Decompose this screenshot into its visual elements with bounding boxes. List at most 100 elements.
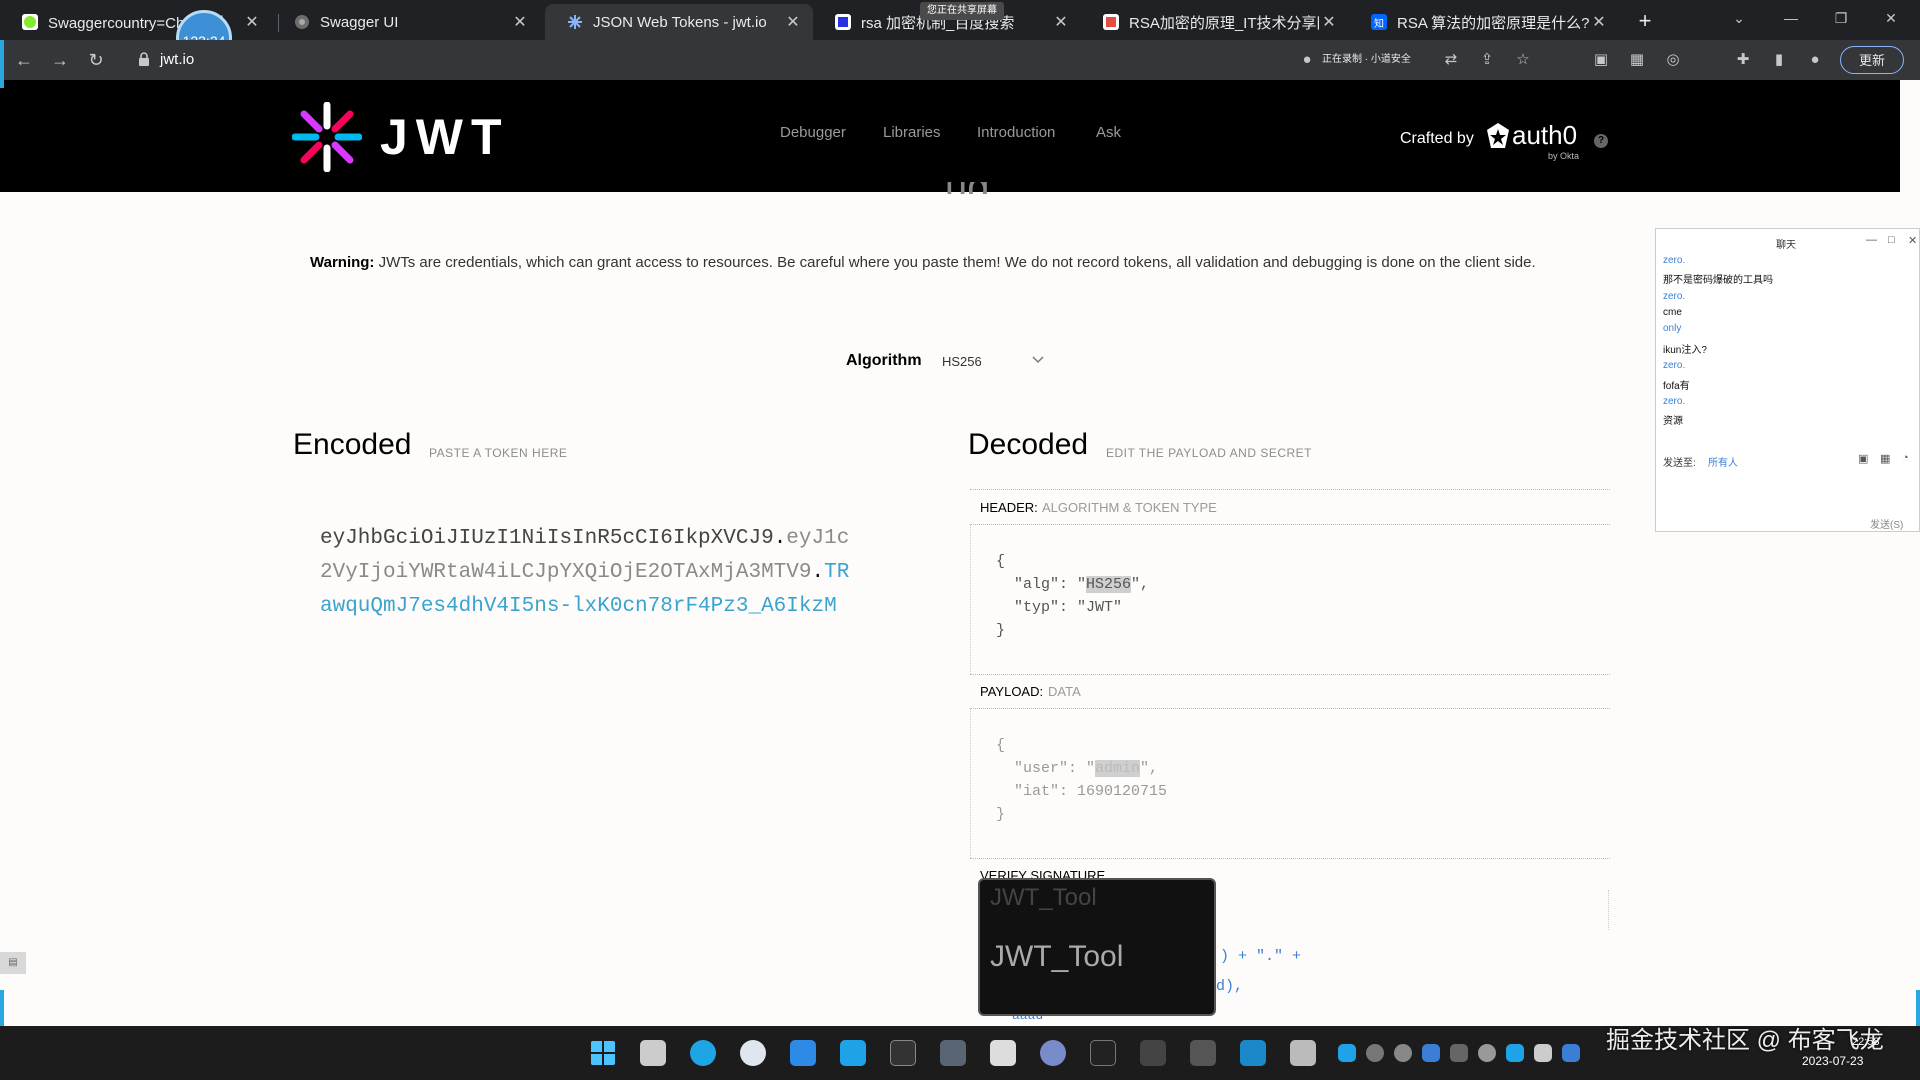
chat-tool-icon[interactable]: ▣: [1858, 452, 1868, 465]
tab-rsa-principle[interactable]: RSA加密的原理_IT技术分享网 ✕: [1081, 4, 1349, 40]
close-icon[interactable]: ✕: [1908, 234, 1917, 247]
close-icon[interactable]: ✕: [1589, 12, 1609, 32]
file-explorer-icon[interactable]: [640, 1040, 666, 1066]
chat-message: ikun注入?: [1663, 345, 1707, 356]
encoded-token-editor[interactable]: eyJhbGciOiJIUzI1NiIsInR5cCI6IkpXVCJ9.eyJ…: [320, 522, 860, 624]
lock-icon: [139, 52, 149, 66]
restore-icon[interactable]: ❐: [1826, 6, 1856, 30]
java-icon[interactable]: [990, 1040, 1016, 1066]
translate-icon[interactable]: ⇄: [1440, 49, 1462, 71]
payload-section-subtitle: DATA: [1048, 684, 1081, 699]
screen-edge-accent: [0, 40, 4, 88]
divider: [970, 524, 1610, 525]
swagger-icon: [294, 14, 310, 30]
close-icon[interactable]: ✕: [242, 12, 262, 32]
extension-icon[interactable]: ▦: [1626, 49, 1648, 71]
divider: [1608, 890, 1609, 930]
chat-user-icon[interactable]: ◔: [1902, 452, 1909, 464]
tab-zhihu-rsa[interactable]: 知 RSA 算法的加密原理是什么? - 知乎 ✕: [1349, 4, 1619, 40]
auth0-logo-text[interactable]: auth0: [1512, 120, 1577, 151]
chat-sender: zero.: [1663, 291, 1686, 302]
tray-icon[interactable]: [1450, 1044, 1468, 1062]
windows-start-icon[interactable]: [590, 1040, 616, 1066]
preview-title-ghost: JWT_Tool: [990, 884, 1097, 911]
new-tab-button[interactable]: +: [1630, 6, 1660, 36]
side-panel-handle[interactable]: ▤: [0, 952, 26, 974]
terminal-icon[interactable]: [1090, 1040, 1116, 1066]
reload-icon[interactable]: ↻: [84, 48, 108, 72]
microphone-icon[interactable]: ●: [1296, 49, 1318, 71]
clock-date[interactable]: 2023-07-23: [1802, 1054, 1863, 1068]
header-json-editor[interactable]: { "alg": "HS256", "typ": "JWT" }: [996, 550, 1149, 642]
meeting-app-icon[interactable]: [840, 1040, 866, 1066]
close-icon[interactable]: ✕: [1051, 12, 1071, 32]
tray-icon[interactable]: [1394, 1044, 1412, 1062]
site-icon: [1103, 14, 1119, 30]
app-icon[interactable]: [1040, 1040, 1066, 1066]
payload-json-editor[interactable]: { "user": "admin", "iat": 1690120715 }: [996, 734, 1167, 826]
nav-debugger[interactable]: Debugger: [780, 124, 846, 141]
bookmark-star-icon[interactable]: ☆: [1512, 49, 1534, 71]
tray-icon[interactable]: [1422, 1044, 1440, 1062]
tab-title: Swagger UI: [320, 13, 399, 31]
tray-icon[interactable]: [1366, 1044, 1384, 1062]
screen-edge-accent: [0, 990, 4, 1026]
help-icon[interactable]: ?: [1594, 134, 1608, 148]
edge-browser-icon[interactable]: [690, 1040, 716, 1066]
payload-user-value: admin: [1095, 760, 1141, 777]
profile-icon[interactable]: ●: [1804, 49, 1826, 71]
app-icon[interactable]: [790, 1040, 816, 1066]
intellij-icon[interactable]: [890, 1040, 916, 1066]
jwt-logo-icon[interactable]: [292, 102, 362, 172]
tab-search-icon[interactable]: ⌄: [1724, 6, 1754, 30]
tray-icon[interactable]: [1534, 1044, 1552, 1062]
tray-icon[interactable]: [1506, 1044, 1524, 1062]
chrome-browser-icon[interactable]: [740, 1040, 766, 1066]
nav-introduction[interactable]: Introduction: [977, 124, 1055, 141]
extension-icon[interactable]: ◎: [1662, 49, 1684, 71]
preview-title: JWT_Tool: [990, 940, 1124, 973]
chevron-down-icon[interactable]: [1032, 356, 1044, 364]
send-to-dropdown[interactable]: 所有人: [1708, 454, 1738, 469]
close-icon[interactable]: ✕: [1319, 12, 1339, 32]
window-close-icon[interactable]: ✕: [1876, 6, 1906, 30]
screen-edge-accent: [1916, 990, 1920, 1026]
sidebar-icon[interactable]: ▮: [1768, 49, 1790, 71]
site-header: [0, 80, 1900, 192]
maximize-icon[interactable]: □: [1888, 234, 1895, 246]
divider: [970, 708, 1610, 709]
webstorm-icon[interactable]: [1240, 1040, 1266, 1066]
puzzle-icon[interactable]: ✚: [1732, 49, 1754, 71]
back-icon[interactable]: ←: [12, 48, 36, 72]
tray-icon[interactable]: [1338, 1044, 1356, 1062]
app-icon[interactable]: [1140, 1040, 1166, 1066]
header-alg-value: HS256: [1086, 576, 1132, 593]
close-icon[interactable]: ✕: [510, 12, 530, 32]
divider: [970, 858, 1610, 859]
tray-icon[interactable]: [1562, 1044, 1580, 1062]
network-tool-icon[interactable]: [940, 1040, 966, 1066]
header-section-subtitle: ALGORITHM & TOKEN TYPE: [1042, 500, 1217, 515]
address-bar[interactable]: [128, 45, 1278, 75]
chat-tool-icon[interactable]: ▦: [1880, 452, 1890, 465]
algorithm-select[interactable]: HS256: [942, 354, 982, 369]
send-button[interactable]: 发送(S): [1870, 516, 1903, 531]
close-icon[interactable]: ✕: [783, 12, 803, 32]
minimize-icon[interactable]: —: [1866, 234, 1877, 246]
share-icon[interactable]: ⇪: [1476, 49, 1498, 71]
update-button[interactable]: 更新: [1840, 46, 1904, 74]
nav-ask[interactable]: Ask: [1096, 124, 1121, 141]
minimize-icon[interactable]: —: [1776, 6, 1806, 30]
app-icon[interactable]: [1190, 1040, 1216, 1066]
tab-jwt-io[interactable]: JSON Web Tokens - jwt.io ✕: [545, 4, 813, 40]
verify-code-fragment: d),: [1216, 978, 1244, 995]
extension-icon[interactable]: ▣: [1590, 49, 1612, 71]
crafted-by-label: Crafted by: [1400, 130, 1474, 147]
forward-icon[interactable]: →: [48, 48, 72, 72]
tray-icon[interactable]: [1478, 1044, 1496, 1062]
tab-swagger-ui[interactable]: Swagger UI ✕: [272, 4, 540, 40]
divider: [970, 674, 1610, 675]
clock-time[interactable]: 22:58: [1852, 1036, 1880, 1048]
nav-libraries[interactable]: Libraries: [883, 124, 941, 141]
notepad-icon[interactable]: [1290, 1040, 1316, 1066]
